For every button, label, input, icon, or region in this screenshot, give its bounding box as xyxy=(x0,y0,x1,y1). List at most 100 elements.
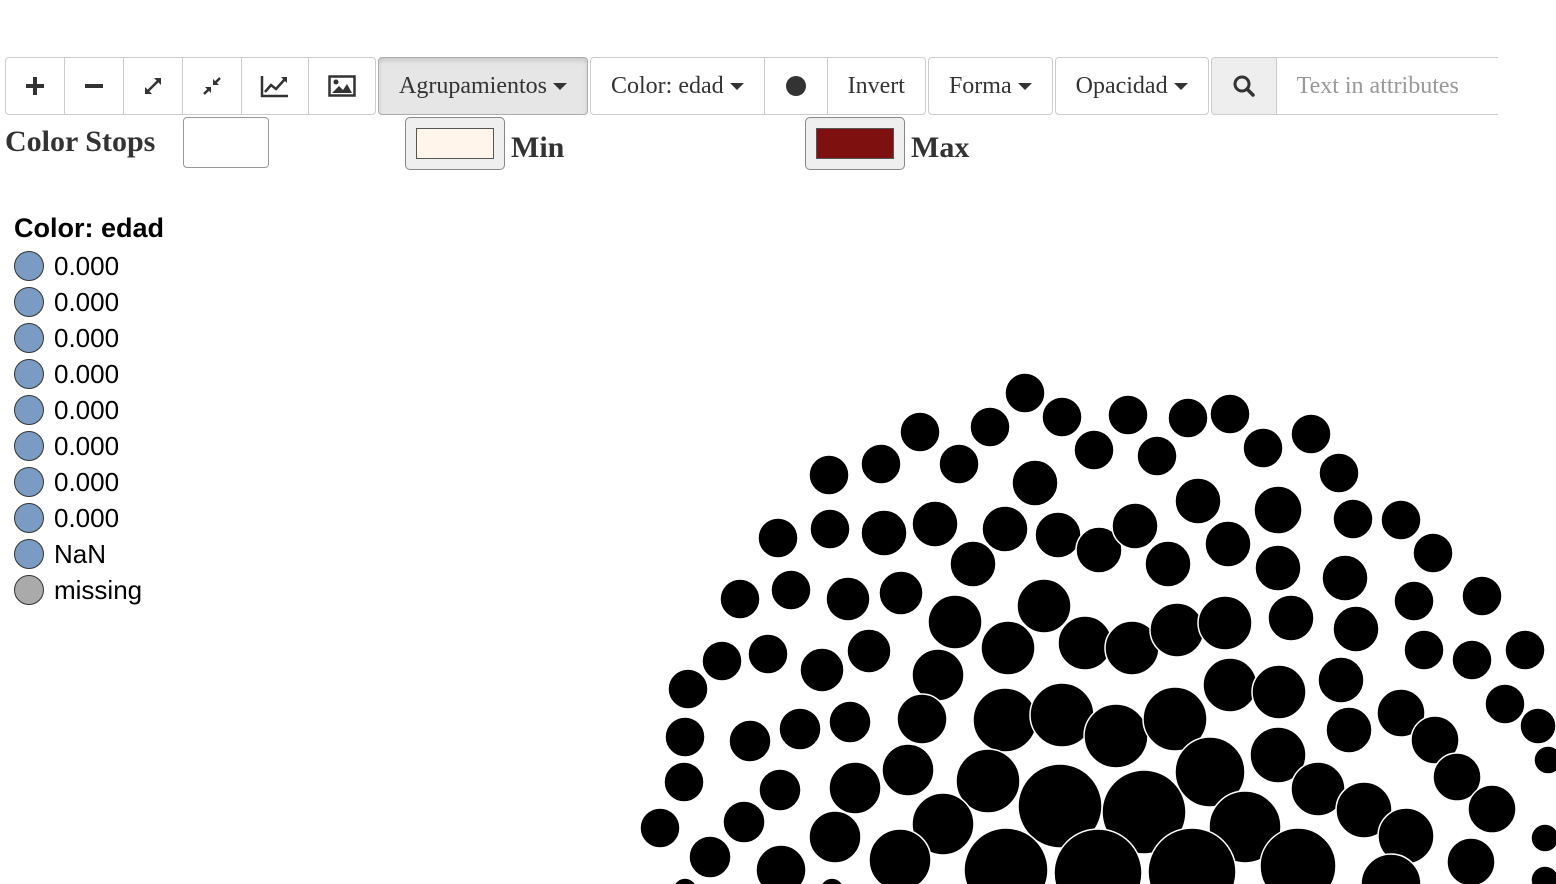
graph-node[interactable] xyxy=(846,628,892,674)
graph-node[interactable] xyxy=(809,508,851,550)
graph-node[interactable] xyxy=(949,540,997,588)
graph-node[interactable] xyxy=(1041,396,1083,438)
graph-node[interactable] xyxy=(1011,459,1059,507)
graph-node[interactable] xyxy=(1111,502,1159,550)
graph-node[interactable] xyxy=(981,505,1029,553)
graph-node[interactable] xyxy=(663,761,705,803)
graph-node[interactable] xyxy=(911,500,959,548)
invert-button[interactable]: Invert xyxy=(826,57,926,115)
graph-node[interactable] xyxy=(1136,435,1178,477)
graph-node[interactable] xyxy=(808,454,850,496)
graph-node[interactable] xyxy=(758,768,802,812)
shape-dropdown[interactable]: Forma xyxy=(927,57,1053,115)
groupings-dropdown[interactable]: Agrupamientos xyxy=(378,57,588,115)
graph-node[interactable] xyxy=(881,743,935,797)
graph-node[interactable] xyxy=(1174,477,1222,525)
graph-node[interactable] xyxy=(1197,595,1253,651)
graph-node[interactable] xyxy=(1073,429,1115,471)
graph-node[interactable] xyxy=(1167,397,1209,439)
graph-node[interactable] xyxy=(1533,745,1556,775)
graph-node[interactable] xyxy=(1016,578,1072,634)
graph-node[interactable] xyxy=(1519,707,1556,745)
color-dropdown[interactable]: Color: edad xyxy=(589,57,765,115)
graph-node[interactable] xyxy=(755,844,807,884)
graph-node[interactable] xyxy=(1083,703,1149,769)
graph-node[interactable] xyxy=(673,877,697,884)
graph-node[interactable] xyxy=(747,633,789,675)
graph-node[interactable] xyxy=(1484,683,1526,725)
graph-node[interactable] xyxy=(1380,499,1422,541)
graph-node[interactable] xyxy=(688,835,732,879)
graph-node[interactable] xyxy=(1267,594,1315,642)
graph-node[interactable] xyxy=(980,620,1036,676)
graph-node[interactable] xyxy=(1204,520,1252,568)
graph-node[interactable] xyxy=(1254,544,1302,592)
graph-node[interactable] xyxy=(1202,657,1258,713)
graph-node[interactable] xyxy=(1034,511,1082,559)
graph-node[interactable] xyxy=(938,443,980,485)
graph-node[interactable] xyxy=(799,647,845,693)
graph-node[interactable] xyxy=(722,800,766,844)
graph-node[interactable] xyxy=(1451,639,1493,681)
graph-node[interactable] xyxy=(896,693,948,745)
search-input[interactable] xyxy=(1275,57,1498,115)
graph-node[interactable] xyxy=(828,700,872,744)
graph-node[interactable] xyxy=(1321,554,1369,602)
graph-node[interactable] xyxy=(1004,372,1046,414)
graph-node[interactable] xyxy=(728,719,772,763)
graph-node[interactable] xyxy=(1057,615,1113,671)
zoom-out-button[interactable] xyxy=(64,57,124,115)
opacity-dropdown[interactable]: Opacidad xyxy=(1054,57,1209,115)
graph-node[interactable] xyxy=(1317,656,1365,704)
graph-node[interactable] xyxy=(770,569,812,611)
graph-node[interactable] xyxy=(825,576,871,622)
graph-node[interactable] xyxy=(664,716,706,758)
graph-node[interactable] xyxy=(1530,823,1556,853)
expand-button[interactable] xyxy=(123,57,183,115)
search-button[interactable] xyxy=(1210,57,1277,115)
graph-node[interactable] xyxy=(1332,605,1380,653)
graph-node[interactable] xyxy=(1325,706,1373,754)
graph-node[interactable] xyxy=(1461,575,1503,617)
graph-node[interactable] xyxy=(927,594,983,650)
chart-button[interactable] xyxy=(241,57,309,115)
graph-node[interactable] xyxy=(1251,664,1307,720)
graph-node[interactable] xyxy=(1253,485,1303,535)
graph-node[interactable] xyxy=(969,406,1011,448)
graph-node[interactable] xyxy=(1446,837,1496,884)
graph-node[interactable] xyxy=(1107,394,1149,436)
graph-node[interactable] xyxy=(808,810,862,864)
graph-node[interactable] xyxy=(1332,498,1374,540)
graph-node[interactable] xyxy=(1149,602,1205,658)
graph-node[interactable] xyxy=(757,517,799,559)
graph-node[interactable] xyxy=(1209,393,1251,435)
export-image-button[interactable] xyxy=(308,57,376,115)
graph-node[interactable] xyxy=(701,640,743,682)
graph-node[interactable] xyxy=(1290,413,1332,455)
graph-node[interactable] xyxy=(639,807,681,849)
graph-node[interactable] xyxy=(828,761,882,815)
graph-node[interactable] xyxy=(899,411,941,453)
graph-node[interactable] xyxy=(972,687,1038,753)
graph-node[interactable] xyxy=(1144,540,1192,588)
graph-node[interactable] xyxy=(667,668,709,710)
graph-node[interactable] xyxy=(878,570,924,616)
graph-node[interactable] xyxy=(1403,629,1445,671)
graph-node[interactable] xyxy=(860,443,902,485)
graph-node[interactable] xyxy=(1412,532,1454,574)
graph-node[interactable] xyxy=(860,509,908,557)
graph-node[interactable] xyxy=(1467,784,1517,834)
compress-button[interactable] xyxy=(182,57,242,115)
graph-node[interactable] xyxy=(1242,427,1284,469)
node-shape-button[interactable] xyxy=(763,57,828,115)
graph-node[interactable] xyxy=(719,578,761,620)
color-stops-input[interactable] xyxy=(183,117,269,168)
graph-node[interactable] xyxy=(778,707,822,751)
max-color-picker[interactable] xyxy=(805,117,905,170)
graph-node[interactable] xyxy=(868,828,932,884)
graph-node[interactable] xyxy=(1530,865,1556,884)
min-color-picker[interactable] xyxy=(405,117,505,170)
graph-node[interactable] xyxy=(1318,452,1360,494)
zoom-in-button[interactable] xyxy=(5,57,65,115)
graph-node[interactable] xyxy=(820,877,844,884)
